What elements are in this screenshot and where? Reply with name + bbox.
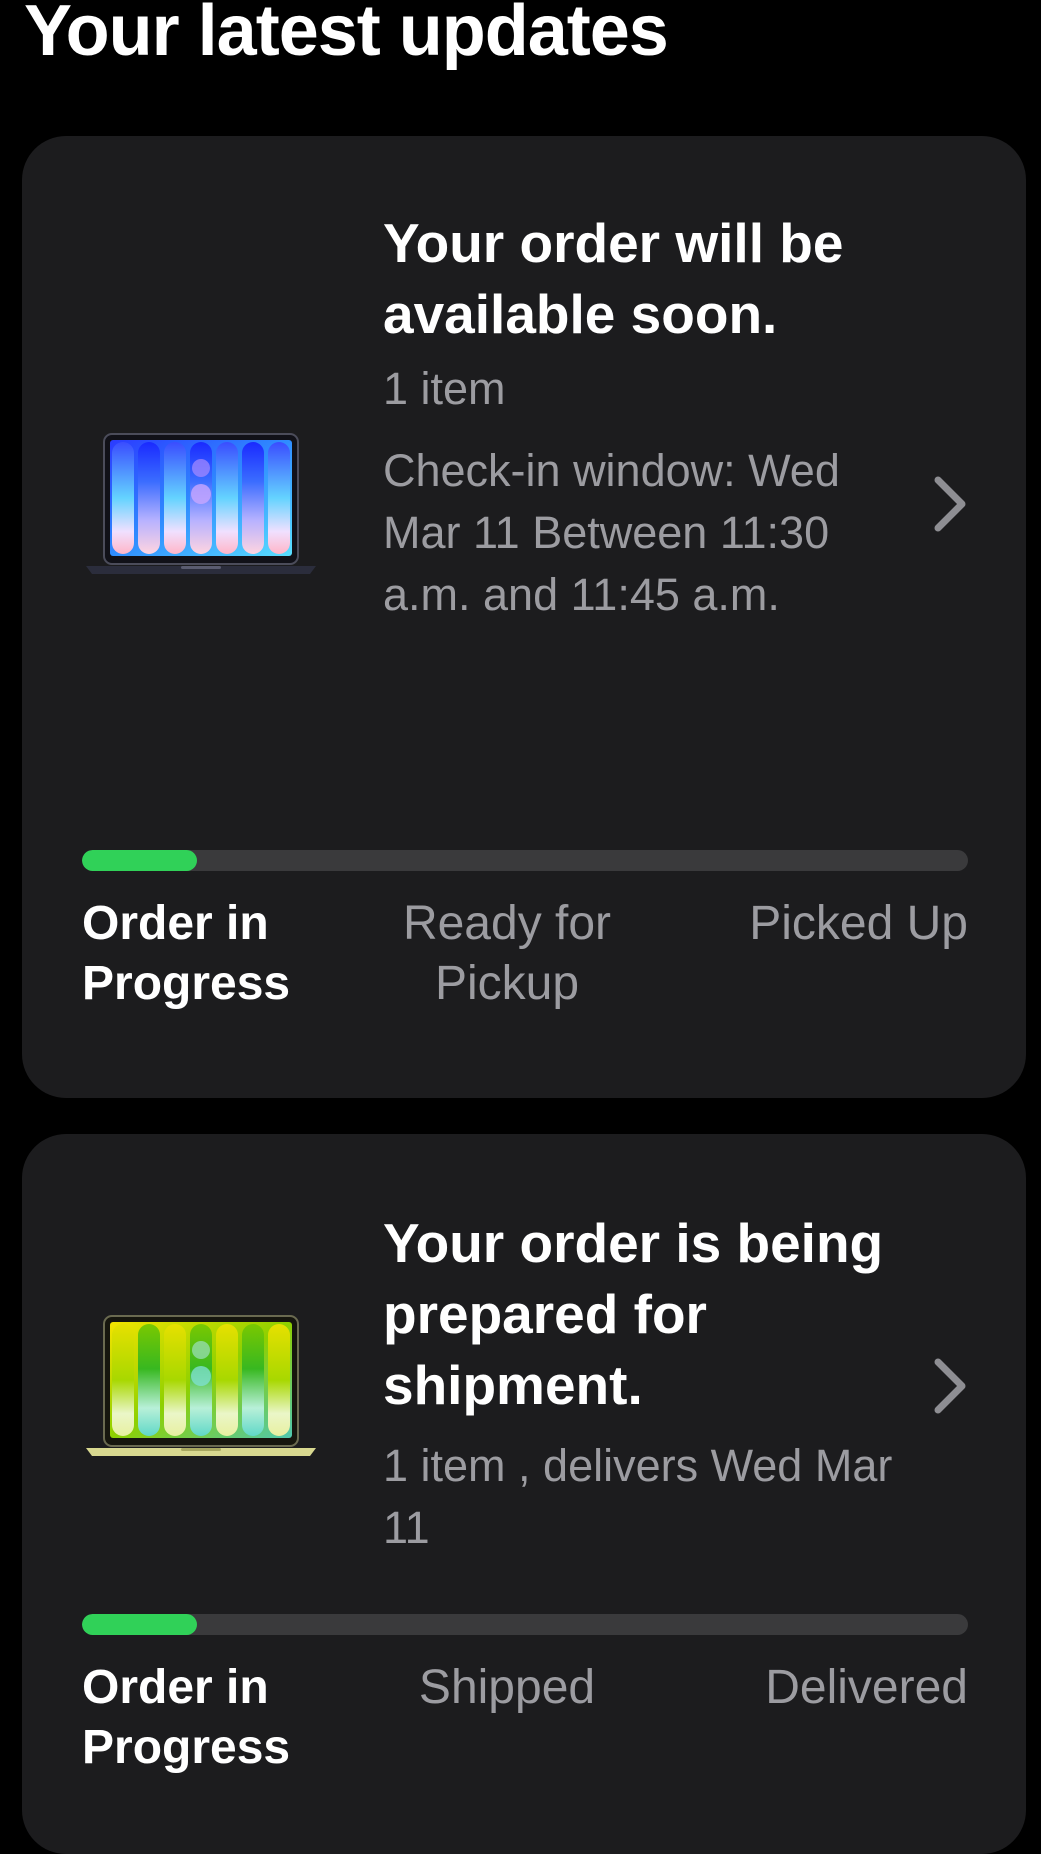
step-shipped: Shipped (418, 1661, 596, 1714)
order-info: Your order will be available soon. 1 ite… (383, 208, 903, 626)
step-order-in-progress: Order in Progress (82, 1661, 291, 1774)
progress-bar (82, 1614, 968, 1635)
macbook-yellow-icon (84, 1314, 318, 1462)
order-card-shipment[interactable]: Your order is being prepared for shipmen… (22, 1134, 1026, 1854)
checkin-window: Check-in window: Wed Mar 11 Between 11:3… (383, 445, 840, 620)
step-delivered: Delivered (765, 1661, 968, 1714)
progress-fill (82, 850, 198, 871)
delivery-info: 1 item , delivers Wed Mar 11 (383, 1440, 893, 1553)
step-ready-for-pickup: Ready for Pickup (402, 897, 612, 1010)
progress-fill (82, 1614, 198, 1635)
item-count: 1 item (383, 363, 506, 414)
chevron-right-icon[interactable] (930, 474, 970, 534)
step-picked-up: Picked Up (749, 897, 968, 950)
order-card-pickup[interactable]: Your order will be available soon. 1 ite… (22, 136, 1026, 1098)
order-info: Your order is being prepared for shipmen… (383, 1208, 903, 1559)
progress-steps: Order in Progress Shipped Delivered (82, 1658, 968, 1818)
chevron-right-icon[interactable] (930, 1356, 970, 1416)
step-order-in-progress: Order in Progress (82, 897, 291, 1010)
order-headline: Your order will be available soon. (383, 212, 844, 345)
macbook-midnight-icon (84, 432, 318, 580)
progress-steps: Order in Progress Ready for Pickup Picke… (82, 894, 968, 1054)
page-title: Your latest updates (24, 0, 669, 71)
progress-bar (82, 850, 968, 871)
order-headline: Your order is being prepared for shipmen… (383, 1212, 884, 1416)
